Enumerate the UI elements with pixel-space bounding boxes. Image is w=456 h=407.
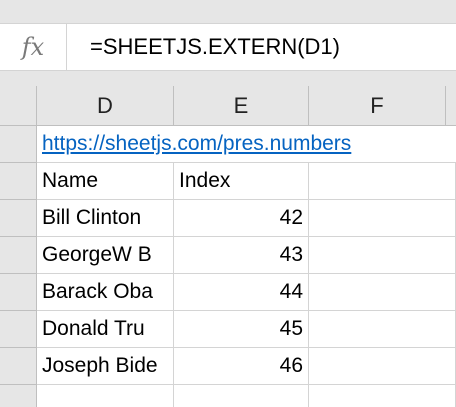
row-header[interactable] bbox=[0, 200, 37, 237]
row-header[interactable] bbox=[0, 163, 37, 200]
cell-e6[interactable]: 45 bbox=[174, 311, 309, 348]
cell-d7[interactable]: Joseph Bide bbox=[37, 348, 174, 385]
cell-d1-hyperlink[interactable]: https://sheetjs.com/pres.numbers bbox=[37, 126, 456, 163]
column-header-f[interactable]: F bbox=[309, 86, 446, 126]
row-header[interactable] bbox=[0, 126, 37, 163]
grid-row: https://sheetjs.com/pres.numbers bbox=[0, 126, 456, 163]
grid-row: Name Index bbox=[0, 163, 456, 200]
cell-e2[interactable]: Index bbox=[174, 163, 309, 200]
spreadsheet-grid: D E F https://sheetjs.com/pres.numbers N… bbox=[0, 86, 456, 407]
grid-row: Barack Oba 44 bbox=[0, 274, 456, 311]
cell-e4[interactable]: 43 bbox=[174, 237, 309, 274]
cell-e7[interactable]: 46 bbox=[174, 348, 309, 385]
cell-f3[interactable] bbox=[309, 200, 456, 237]
formula-bar: fx =SHEETJS.EXTERN(D1) bbox=[0, 23, 456, 71]
formula-input[interactable]: =SHEETJS.EXTERN(D1) bbox=[90, 24, 340, 70]
grid-row: GeorgeW B 43 bbox=[0, 237, 456, 274]
grid-row: Donald Tru 45 bbox=[0, 311, 456, 348]
column-header-row: D E F bbox=[0, 86, 456, 126]
cell-f7[interactable] bbox=[309, 348, 456, 385]
column-header-d[interactable]: D bbox=[37, 86, 174, 126]
row-header[interactable] bbox=[0, 311, 37, 348]
cell-f4[interactable] bbox=[309, 237, 456, 274]
row-header[interactable] bbox=[0, 274, 37, 311]
ribbon-edge bbox=[0, 0, 456, 23]
cell-e5[interactable]: 44 bbox=[174, 274, 309, 311]
cell-f5[interactable] bbox=[309, 274, 456, 311]
cell-f2[interactable] bbox=[309, 163, 456, 200]
cell-d5[interactable]: Barack Oba bbox=[37, 274, 174, 311]
grid-row: Joseph Bide 46 bbox=[0, 348, 456, 385]
cell-d4[interactable]: GeorgeW B bbox=[37, 237, 174, 274]
cell-d8[interactable] bbox=[37, 385, 174, 407]
row-header[interactable] bbox=[0, 385, 37, 407]
fx-icon: fx bbox=[21, 33, 45, 61]
cell-e8[interactable] bbox=[174, 385, 309, 407]
cell-e3[interactable]: 42 bbox=[174, 200, 309, 237]
grid-row bbox=[0, 385, 456, 407]
row-header[interactable] bbox=[0, 237, 37, 274]
grid-row: Bill Clinton 42 bbox=[0, 200, 456, 237]
cell-f6[interactable] bbox=[309, 311, 456, 348]
column-header-e[interactable]: E bbox=[174, 86, 309, 126]
select-all-corner[interactable] bbox=[0, 86, 37, 126]
cell-d2[interactable]: Name bbox=[37, 163, 174, 200]
cell-d6[interactable]: Donald Tru bbox=[37, 311, 174, 348]
row-header[interactable] bbox=[0, 348, 37, 385]
cell-f8[interactable] bbox=[309, 385, 456, 407]
cell-d3[interactable]: Bill Clinton bbox=[37, 200, 174, 237]
insert-function-button[interactable]: fx bbox=[0, 24, 67, 70]
formula-bar-separator bbox=[0, 71, 456, 86]
